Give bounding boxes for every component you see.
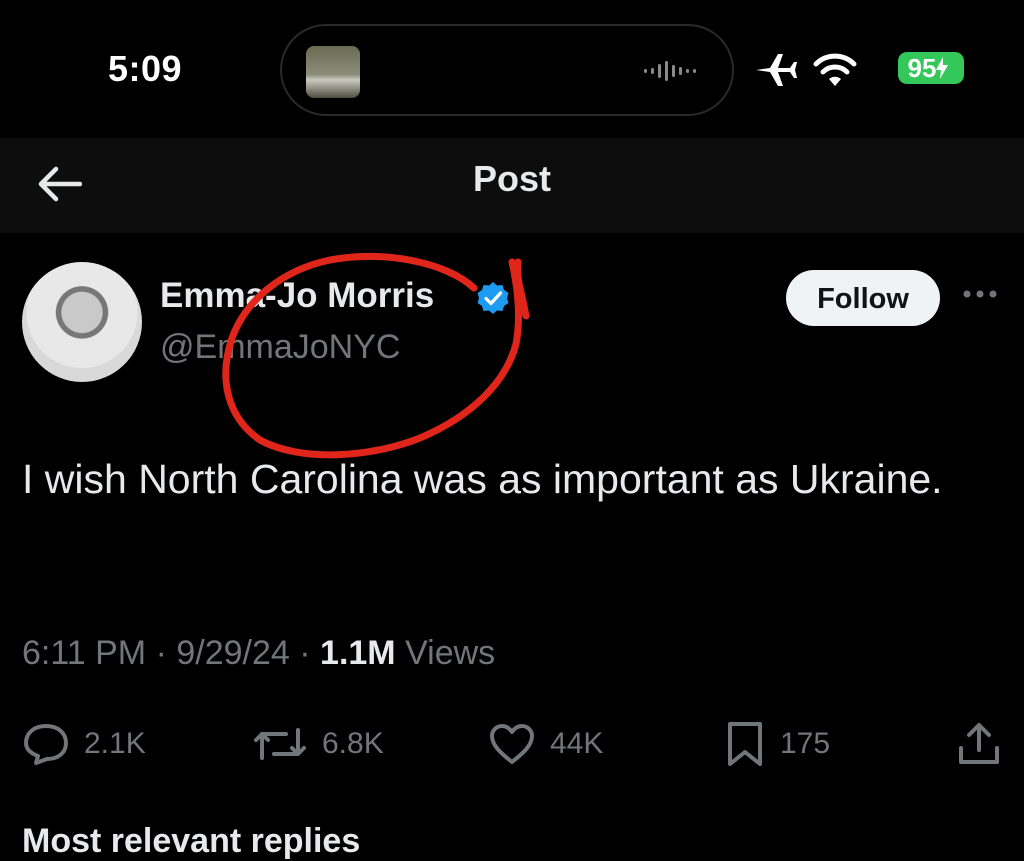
battery-charging-icon (936, 57, 949, 79)
bookmark-button[interactable]: 175 (724, 716, 830, 772)
verified-badge-icon[interactable] (476, 281, 510, 315)
views-count[interactable]: 1.1M (320, 634, 396, 672)
status-indicators: 95 (754, 48, 964, 92)
bookmark-icon (728, 722, 762, 766)
replies-section-header: Most relevant replies (22, 822, 361, 860)
views-label[interactable]: Views (405, 634, 495, 672)
status-time: 5:09 (108, 48, 183, 89)
heart-icon (490, 724, 534, 764)
avatar[interactable] (22, 262, 142, 382)
repost-icon (254, 728, 306, 760)
wifi-icon (813, 53, 857, 86)
like-count: 44K (550, 727, 604, 760)
page-title: Post (472, 158, 551, 199)
status-bar: 5:09 95 (0, 0, 1024, 138)
reply-icon (24, 724, 68, 765)
navigation-bar: Post (0, 138, 1024, 233)
share-icon (959, 723, 999, 764)
share-button[interactable] (956, 716, 1002, 772)
airplane-mode-icon (756, 54, 797, 86)
media-thumbnail (306, 46, 360, 98)
battery-indicator: 95 (898, 52, 964, 84)
post-date[interactable]: 9/29/24 (176, 634, 289, 672)
voice-waveform-icon (644, 61, 696, 81)
reply-button[interactable]: 2.1K (22, 716, 146, 772)
meta-separator: · (155, 634, 177, 672)
post-actions: 2.1K 6.8K 44K 175 (0, 716, 1024, 772)
author-handle[interactable]: @EmmaJoNYC (160, 328, 400, 367)
author-name[interactable]: Emma-Jo Morris (160, 276, 434, 316)
reply-count: 2.1K (84, 727, 146, 760)
meta-separator: · (299, 634, 321, 672)
like-button[interactable]: 44K (488, 716, 603, 772)
dynamic-island[interactable] (280, 24, 734, 116)
repost-count: 6.8K (322, 727, 384, 760)
post-time[interactable]: 6:11 PM (22, 634, 146, 672)
bookmark-count: 175 (780, 727, 831, 760)
battery-level: 95 (907, 53, 937, 83)
follow-button[interactable]: Follow (786, 270, 940, 326)
post-metadata: 6:11 PM · 9/29/24 · 1.1M Views (22, 634, 495, 673)
more-options-icon[interactable] (962, 284, 998, 304)
repost-button[interactable]: 6.8K (252, 716, 384, 772)
post-text: I wish North Carolina was as important a… (22, 456, 943, 502)
